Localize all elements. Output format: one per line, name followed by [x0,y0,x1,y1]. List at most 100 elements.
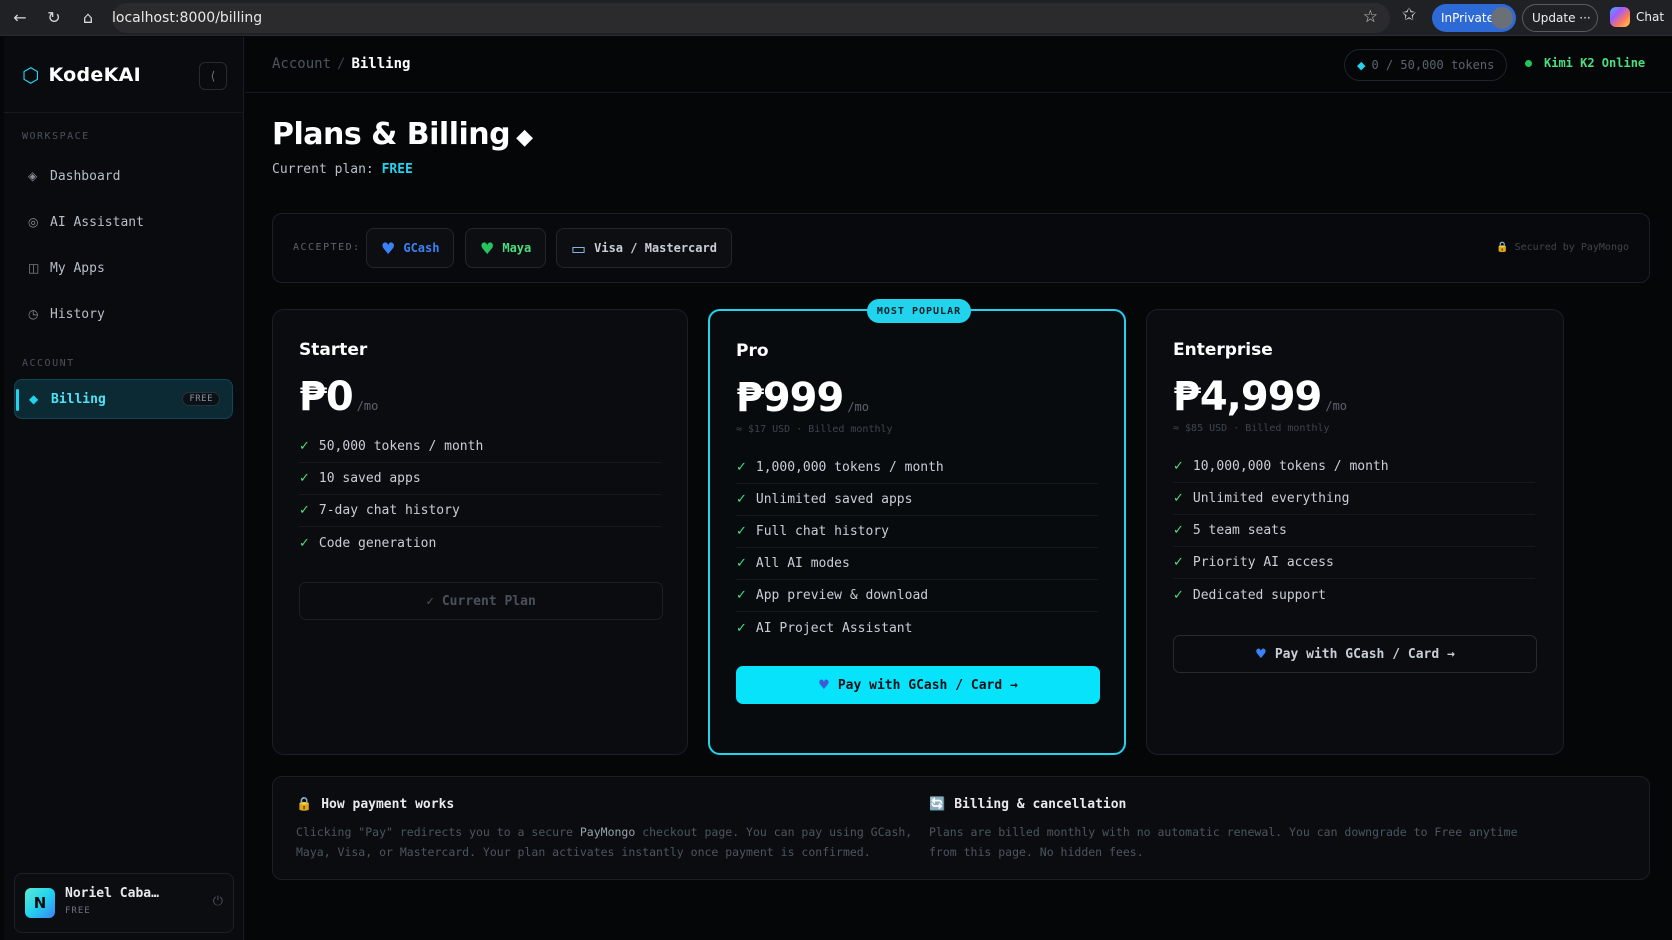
sidebar-item-label: Billing [51,391,106,407]
check-icon: ✓ [736,492,747,507]
columns-icon: ◫ [28,261,40,275]
plan-card-starter: Starter ₱0/mo ✓ 50,000 tokens / month ✓ 10… [272,309,688,755]
chat-label: Chat [1636,10,1665,24]
feature-item: ✓ Code generation [299,527,661,559]
user-name: Noriel Caba… [65,886,159,901]
info-body: Plans are billed monthly with no automat… [929,825,1518,859]
payment-method-card: ▭ Visa / Mastercard [556,228,732,268]
feature-text: Unlimited saved apps [755,492,913,507]
repeat-icon: 🔄 [929,797,946,812]
reload-icon[interactable]: ↻ [40,4,68,32]
check-icon: ✓ [299,471,310,486]
feature-item: ✓ 50,000 tokens / month [299,431,661,463]
user-plan: FREE [65,906,91,916]
more-icon: ··· [1575,11,1591,25]
sidebar: ⬡ KodeKAI ⟨ WORKSPACE ◈ Dashboard ◎ AI A… [4,37,244,940]
feature-text: Unlimited everything [1192,491,1350,506]
address-bar[interactable]: i localhost:8000/billing ☆ [112,3,1390,702]
plan-price-value: ₱999 [736,375,844,421]
check-icon: ✓ [736,588,747,603]
plan-price-period: /mo [356,399,379,413]
payment-info-panel: 🔒 How payment works Clicking "Pay" redire… [272,776,1650,880]
plan-features: ✓ 10,000,000 tokens / month ✓ Unlimited ev… [1173,451,1535,611]
feature-text: App preview & download [755,588,929,603]
feature-item: ✓ 10 saved apps [299,463,661,495]
collapse-sidebar-button[interactable]: ⟨ [199,62,227,90]
accepted-label: ACCEPTED: [293,242,361,253]
topbar: Account / Billing ◆ 0 / 50,000 tokens Kimi… [245,37,1672,93]
breadcrumb-separator: / [337,56,346,72]
check-icon: ✓ [736,620,747,636]
sidebar-item-my-apps[interactable]: ◫ My Apps [14,248,233,288]
model-status: Kimi K2 Online [1525,56,1645,70]
url-text: localhost:8000/billing [112,10,263,26]
most-popular-badge: MOST POPULAR [867,299,971,323]
feature-item: ✓ 1,000,000 tokens / month [736,452,1098,484]
pay-pro-button[interactable]: ♥ Pay with GCash / Card → [736,666,1100,704]
feature-item: ✓ Full chat history [736,516,1098,548]
sidebar-item-dashboard[interactable]: ◈ Dashboard [14,156,233,196]
sidebar-item-label: AI Assistant [50,214,144,230]
model-status-text: Kimi K2 Online [1544,56,1646,70]
paymongo-text: PayMongo [579,825,636,839]
sidebar-item-history[interactable]: ◷ History [14,294,233,334]
page-title: Plans & Billing ◆ [272,117,533,152]
plan-badge: FREE [182,392,220,406]
token-usage: ◆ 0 / 50,000 tokens [1344,49,1507,81]
plan-features: ✓ 1,000,000 tokens / month ✓ Unlimited sav… [736,452,1098,644]
payment-method-gcash: ♥ GCash [366,228,455,268]
copilot-chat-button[interactable]: Chat [1610,7,1664,27]
pay-button-label: Pay with GCash / Card → [1274,646,1455,662]
logout-power-icon[interactable]: ⏻ [213,894,223,909]
plan-price: ₱0/mo [299,374,378,420]
back-arrow-icon[interactable]: ← [6,4,34,32]
feature-item: ✓ Unlimited everything [1173,483,1535,515]
check-icon: ✓ [1173,555,1184,570]
check-icon: ✓ [736,556,747,571]
feature-item: ✓ 7-day chat history [299,495,661,527]
favorite-star-icon[interactable]: ☆ [1363,7,1378,27]
feature-item: ✓ App preview & download [736,580,1098,612]
heart-icon: ♥ [818,677,830,693]
info-heading: 🔒 How payment works [296,797,916,812]
plan-price-value: ₱0 [299,374,354,420]
payment-method-label: GCash [403,241,440,255]
breadcrumb-account[interactable]: Account [272,56,331,72]
sidebar-item-ai-assistant[interactable]: ◎ AI Assistant [14,202,233,242]
plan-price-note: ≈ $17 USD · Billed monthly [736,424,893,435]
feature-text: Priority AI access [1192,555,1334,570]
plan-card-enterprise: Enterprise ₱4,999/mo ≈ $85 USD · Billed … [1146,309,1564,755]
user-card[interactable]: N Noriel Caba… FREE ⏻ [14,873,234,933]
breadcrumb: Account / Billing [272,56,410,72]
sidebar-item-billing[interactable]: ◆ Billing FREE [14,379,233,419]
avatar: N [25,888,55,918]
plan-price-value: ₱4,999 [1173,374,1322,420]
blue-heart-icon: ♥ [381,238,396,258]
inprivate-button[interactable]: InPrivate [1432,4,1516,32]
accepted-payments-bar: ACCEPTED: ♥ GCash ♥ Maya ▭ Visa / Master… [272,213,1650,283]
account-label: ACCOUNT [22,358,75,369]
feature-text: 1,000,000 tokens / month [755,460,944,475]
current-plan-value: FREE [381,162,413,177]
home-icon[interactable]: ⌂ [74,4,102,32]
payment-method-label: Visa / Mastercard [594,241,717,255]
billing-page: Plans & Billing ◆ Current plan: FREE ACCE… [245,93,1672,940]
pay-enterprise-button[interactable]: ♥ Pay with GCash / Card → [1173,635,1537,673]
page-title-text: Plans & Billing [272,117,511,152]
diamond-outline-icon: ◈ [28,169,38,183]
favorites-icon[interactable]: ✩ [1402,5,1416,25]
token-diamond-icon: ◆ [1357,58,1366,72]
breadcrumb-billing: Billing [351,56,411,72]
heart-icon: ♥ [1255,646,1267,662]
info-heading-text: Billing & cancellation [954,797,1127,812]
plan-name: Enterprise [1173,340,1273,360]
feature-item: ✓ 5 team seats [1173,515,1535,547]
feature-text: 7-day chat history [318,503,460,518]
check-icon: ✓ [1173,491,1184,506]
update-button[interactable]: Update ··· [1522,4,1598,32]
workspace-label: WORKSPACE [22,131,90,142]
feature-text: Code generation [318,535,437,551]
sidebar-item-label: My Apps [50,260,105,276]
payment-method-maya: ♥ Maya [465,228,547,268]
token-usage-text: 0 / 50,000 tokens [1371,58,1495,72]
